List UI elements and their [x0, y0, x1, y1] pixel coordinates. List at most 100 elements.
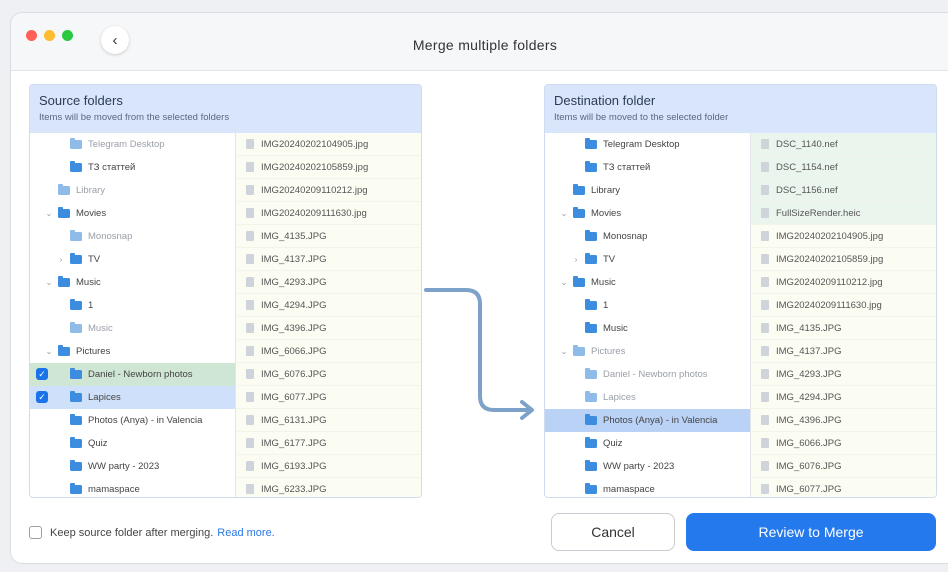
destination-file-row[interactable]: IMG_6066.JPG [751, 432, 936, 455]
destination-folder-row[interactable]: WW party - 2023 [545, 455, 750, 478]
destination-folder-row[interactable]: ТЗ статтей [545, 156, 750, 179]
source-panel-header: Source folders Items will be moved from … [30, 85, 421, 133]
file-icon [761, 392, 769, 402]
destination-folder-row[interactable]: Daniel - Newborn photos [545, 363, 750, 386]
source-folder-row[interactable]: › TV [30, 248, 235, 271]
destination-folder-label: Monosnap [603, 231, 648, 242]
destination-folder-label: Library [591, 185, 621, 196]
source-file-row[interactable]: IMG_4135.JPG [236, 225, 421, 248]
source-folder-tree: Telegram Desktop ТЗ статтей Library ⌄ Movies… [30, 133, 236, 497]
destination-folder-row[interactable]: ⌄ Movies [545, 202, 750, 225]
destination-file-row[interactable]: IMG_6077.JPG [751, 478, 936, 497]
destination-file-row[interactable]: IMG_4294.JPG [751, 386, 936, 409]
source-file-row[interactable]: IMG20240209111630.jpg [236, 202, 421, 225]
chevron-down-icon[interactable]: ⌄ [44, 347, 54, 356]
destination-folder-row[interactable]: Quiz [545, 432, 750, 455]
source-folder-row[interactable]: Music [30, 317, 235, 340]
source-folder-label: mamaspace [88, 484, 140, 495]
destination-file-row[interactable]: DSC_1156.nef [751, 179, 936, 202]
chevron-down-icon[interactable]: ⌄ [559, 278, 569, 287]
source-file-name: IMG_6233.JPG [261, 483, 327, 495]
source-file-name: IMG_4135.JPG [261, 230, 327, 242]
read-more-link[interactable]: Read more. [217, 527, 274, 539]
source-file-name: IMG_4294.JPG [261, 299, 327, 311]
destination-file-name: IMG_4294.JPG [776, 391, 842, 403]
destination-folder-row[interactable]: › TV [545, 248, 750, 271]
destination-folder-row[interactable]: Music [545, 317, 750, 340]
destination-folder-row[interactable]: Monosnap [545, 225, 750, 248]
destination-file-row[interactable]: IMG20240209110212.jpg [751, 271, 936, 294]
source-folder-row[interactable]: mamaspace [30, 478, 235, 497]
destination-file-row[interactable]: IMG_4137.JPG [751, 340, 936, 363]
source-folder-label: Pictures [76, 346, 111, 357]
destination-file-row[interactable]: IMG_4396.JPG [751, 409, 936, 432]
source-file-row[interactable]: IMG_4396.JPG [236, 317, 421, 340]
source-file-row[interactable]: IMG_6233.JPG [236, 478, 421, 497]
source-folder-row[interactable]: ⌄ Pictures [30, 340, 235, 363]
destination-folder-label: Music [603, 323, 628, 334]
file-icon [246, 277, 254, 287]
file-icon [761, 346, 769, 356]
source-file-name: IMG_6177.JPG [261, 437, 327, 449]
source-folder-row[interactable]: Library [30, 179, 235, 202]
checkbox-icon[interactable]: ✓ [36, 391, 48, 403]
checkbox-icon[interactable]: ✓ [36, 368, 48, 380]
source-folder-row[interactable]: Photos (Anya) - in Valencia [30, 409, 235, 432]
chevron-right-icon[interactable]: › [56, 255, 66, 264]
keep-source-option[interactable]: Keep source folder after merging. Read m… [29, 526, 275, 539]
destination-folder-label: Music [591, 277, 616, 288]
source-folder-row[interactable]: 1 [30, 294, 235, 317]
destination-file-row[interactable]: IMG_4135.JPG [751, 317, 936, 340]
source-file-name: IMG_6077.JPG [261, 391, 327, 403]
destination-file-row[interactable]: IMG20240209111630.jpg [751, 294, 936, 317]
source-folder-row[interactable]: ⌄ Music [30, 271, 235, 294]
destination-folder-label: Quiz [603, 438, 623, 449]
destination-file-row[interactable]: IMG_4293.JPG [751, 363, 936, 386]
source-file-row[interactable]: IMG_6193.JPG [236, 455, 421, 478]
source-file-row[interactable]: IMG20240209110212.jpg [236, 179, 421, 202]
folder-icon [585, 368, 597, 379]
keep-source-checkbox[interactable] [29, 526, 42, 539]
destination-folder-row[interactable]: Library [545, 179, 750, 202]
destination-folder-row[interactable]: ⌄ Music [545, 271, 750, 294]
source-file-row[interactable]: IMG_6076.JPG [236, 363, 421, 386]
source-folder-row[interactable]: Telegram Desktop [30, 133, 235, 156]
source-file-row[interactable]: IMG20240202105859.jpg [236, 156, 421, 179]
destination-folder-row[interactable]: 1 [545, 294, 750, 317]
destination-file-row[interactable]: IMG20240202104905.jpg [751, 225, 936, 248]
source-file-row[interactable]: IMG_4293.JPG [236, 271, 421, 294]
chevron-down-icon[interactable]: ⌄ [559, 347, 569, 356]
source-folder-row[interactable]: Quiz [30, 432, 235, 455]
destination-folder-row[interactable]: mamaspace [545, 478, 750, 497]
chevron-down-icon[interactable]: ⌄ [44, 278, 54, 287]
chevron-down-icon[interactable]: ⌄ [44, 209, 54, 218]
destination-file-row[interactable]: IMG20240202105859.jpg [751, 248, 936, 271]
chevron-right-icon[interactable]: › [571, 255, 581, 264]
destination-file-row[interactable]: FullSizeRender.heic [751, 202, 936, 225]
destination-folder-row[interactable]: Telegram Desktop [545, 133, 750, 156]
chevron-down-icon[interactable]: ⌄ [559, 209, 569, 218]
source-file-row[interactable]: IMG_4137.JPG [236, 248, 421, 271]
source-folder-row[interactable]: ✓ Lapices [30, 386, 235, 409]
source-file-row[interactable]: IMG20240202104905.jpg [236, 133, 421, 156]
source-file-row[interactable]: IMG_6077.JPG [236, 386, 421, 409]
destination-folder-row[interactable]: ⌄ Pictures [545, 340, 750, 363]
source-file-row[interactable]: IMG_6177.JPG [236, 432, 421, 455]
source-folder-row[interactable]: ✓ Daniel - Newborn photos [30, 363, 235, 386]
source-file-row[interactable]: IMG_6066.JPG [236, 340, 421, 363]
source-folder-row[interactable]: ⌄ Movies [30, 202, 235, 225]
source-folder-row[interactable]: Monosnap [30, 225, 235, 248]
source-file-row[interactable]: IMG_4294.JPG [236, 294, 421, 317]
destination-file-row[interactable]: IMG_6076.JPG [751, 455, 936, 478]
cancel-button[interactable]: Cancel [551, 513, 675, 551]
file-icon [246, 438, 254, 448]
destination-folder-row[interactable]: Lapices [545, 386, 750, 409]
source-file-row[interactable]: IMG_6131.JPG [236, 409, 421, 432]
review-to-merge-button[interactable]: Review to Merge [686, 513, 936, 551]
destination-file-row[interactable]: DSC_1154.nef [751, 156, 936, 179]
destination-folder-row[interactable]: Photos (Anya) - in Valencia [545, 409, 750, 432]
destination-file-row[interactable]: DSC_1140.nef [751, 133, 936, 156]
source-folder-row[interactable]: WW party - 2023 [30, 455, 235, 478]
destination-file-name: IMG_4396.JPG [776, 414, 842, 426]
source-folder-row[interactable]: ТЗ статтей [30, 156, 235, 179]
